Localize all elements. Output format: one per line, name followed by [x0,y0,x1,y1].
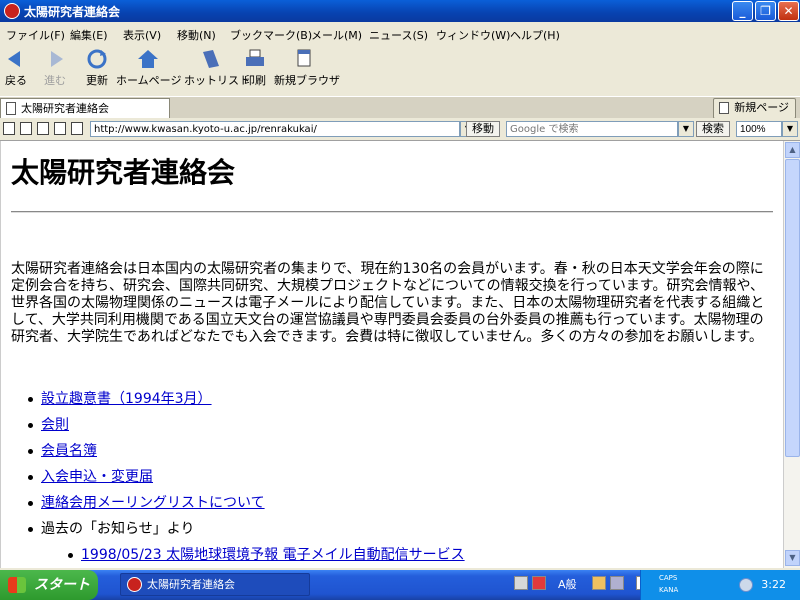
list-item: 過去の「お知らせ」より [23,519,265,545]
print-label: 印刷 [244,74,266,87]
home-label: ホームページ [116,74,182,87]
home-icon [138,50,158,68]
url-input[interactable] [90,121,460,137]
page-icon [6,102,16,115]
start-button[interactable]: スタート [0,570,98,600]
menu-bookmarks[interactable]: ブックマーク(B) [230,27,312,43]
link-bylaws[interactable]: 会則 [41,417,69,433]
forward-label: 進む [44,74,66,87]
menu-view[interactable]: 表示(V) [123,27,161,43]
zoom-field[interactable] [736,121,782,137]
hotlist-button[interactable]: ホットリスト [184,48,250,88]
main-toolbar: 戻る 進む 更新 ホームページ ホットリスト 印刷 新規ブラウザ [0,44,800,96]
clock: 3:22 [761,578,786,591]
link-list: 設立趣意書（1994年3月） 会則 会員名簿 入会申込・変更届 連絡会用メーリン… [23,389,265,545]
kana-indicator: KANA [659,586,679,594]
back-arrow-icon [8,51,20,67]
link-news-item[interactable]: 1998/05/23 太陽地球環境予報 電子メイル自動配信サービス [81,547,465,563]
scroll-up-icon[interactable]: ▲ [785,142,800,158]
volume-icon[interactable] [739,578,753,592]
opera-logo-icon [127,577,142,592]
new-tab-button[interactable]: 新規ページ [713,98,796,119]
news-list: 1998/05/23 太陽地球環境予報 電子メイル自動配信サービス [63,545,465,567]
menu-edit[interactable]: 編集(E) [70,27,108,43]
opera-logo-icon [4,3,20,19]
link-prospectus[interactable]: 設立趣意書（1994年3月） [41,391,212,407]
page-info-icon[interactable] [37,122,49,135]
ime-icon[interactable] [532,576,546,590]
tab-current[interactable]: 太陽研究者連絡会 [0,98,170,118]
page-heading: 太陽研究者連絡会 [11,156,236,189]
new-browser-icon [297,49,311,67]
ime-dictionary-icon[interactable] [592,576,606,590]
menu-news[interactable]: ニュース(S) [369,27,428,43]
list-item: 1998/05/23 太陽地球環境予報 電子メイル自動配信サービス [63,545,465,567]
tab-current-label: 太陽研究者連絡会 [21,102,109,115]
reload-label: 更新 [86,74,108,87]
menu-help[interactable]: ヘルプ(H) [510,27,560,43]
taskbar: スタート 太陽研究者連絡会 A般 CAPS KANA 3:22 [0,570,800,600]
intro-paragraph: 太陽研究者連絡会は日本国内の太陽研究者の集まりで、現在約130名の会員がいます。… [11,261,765,345]
cookie-icon[interactable] [20,122,32,135]
reload-button[interactable]: 更新 [82,48,112,88]
menu-file[interactable]: ファイル(F) [6,27,65,43]
security-icon[interactable] [3,122,15,135]
new-page-icon [719,102,730,114]
address-bar: ▼ 移動 ▼ 検索 ▼ [0,118,800,141]
close-button[interactable]: ✕ [778,1,799,21]
page-content: 太陽研究者連絡会 太陽研究者連絡会は日本国内の太陽研究者の集まりで、現在約130… [0,141,783,568]
forward-arrow-icon [51,51,63,67]
hotlist-icon [203,50,219,68]
title-bar: 太陽研究者連絡会 _ ❐ ✕ [0,0,800,22]
restore-button[interactable]: ❐ [755,1,776,21]
home-button[interactable]: ホームページ [116,48,182,88]
go-button[interactable]: 移動 [466,121,500,137]
search-button[interactable]: 検索 [696,121,730,137]
scroll-down-icon[interactable]: ▼ [785,550,800,566]
forward-button[interactable]: 進む [40,48,70,88]
start-label: スタート [34,577,90,593]
list-item: 連絡会用メーリングリストについて [23,493,265,519]
scroll-thumb[interactable] [785,159,800,457]
windows-logo-icon [8,577,26,593]
hotlist-label: ホットリスト [184,74,250,87]
ime-tool-icon[interactable] [610,576,624,590]
list-item: 設立趣意書（1994年3月） [23,389,265,415]
vertical-scrollbar[interactable]: ▲ ▼ [783,141,800,568]
ime-mode[interactable]: A般 [558,575,577,595]
back-button[interactable]: 戻る [2,48,30,88]
link-mailing-list[interactable]: 連絡会用メーリングリストについて [41,495,265,511]
menu-mail[interactable]: メール(M) [311,27,362,43]
new-tab-label: 新規ページ [734,101,789,114]
new-browser-button[interactable]: 新規ブラウザ [274,48,340,88]
printer-icon [246,49,264,66]
past-news-label: 過去の「お知らせ」より [41,521,195,537]
reload-icon [87,49,107,69]
menu-window[interactable]: ウィンドウ(W) [436,27,510,43]
search-dropdown-icon[interactable]: ▼ [678,121,694,137]
tab-bar: 太陽研究者連絡会 新規ページ [0,96,800,119]
keyboard-icon[interactable] [514,576,528,590]
list-item: 入会申込・変更届 [23,467,265,493]
zoom-dropdown-icon[interactable]: ▼ [782,121,798,137]
back-label: 戻る [5,74,27,87]
list-item: 会則 [23,415,265,441]
menu-bar: ファイル(F) 編集(E) 表示(V) 移動(N) ブックマーク(B) メール(… [0,22,800,45]
taskbar-item-browser[interactable]: 太陽研究者連絡会 [120,573,310,596]
search-input[interactable] [506,121,678,137]
print-button[interactable]: 印刷 [242,48,268,88]
divider [11,211,773,213]
link-membership-form[interactable]: 入会申込・変更届 [41,469,153,485]
taskbar-item-label: 太陽研究者連絡会 [147,578,235,591]
caps-indicator: CAPS [659,574,678,582]
new-browser-label: 新規ブラウザ [274,74,340,87]
list-item: 会員名簿 [23,441,265,467]
minimize-button[interactable]: _ [732,1,753,21]
window-title: 太陽研究者連絡会 [24,5,121,19]
system-tray: CAPS KANA 3:22 [640,570,800,600]
lock-icon[interactable] [71,122,83,135]
menu-navigate[interactable]: 移動(N) [177,27,216,43]
link-member-list[interactable]: 会員名簿 [41,443,97,459]
print-small-icon[interactable] [54,122,66,135]
